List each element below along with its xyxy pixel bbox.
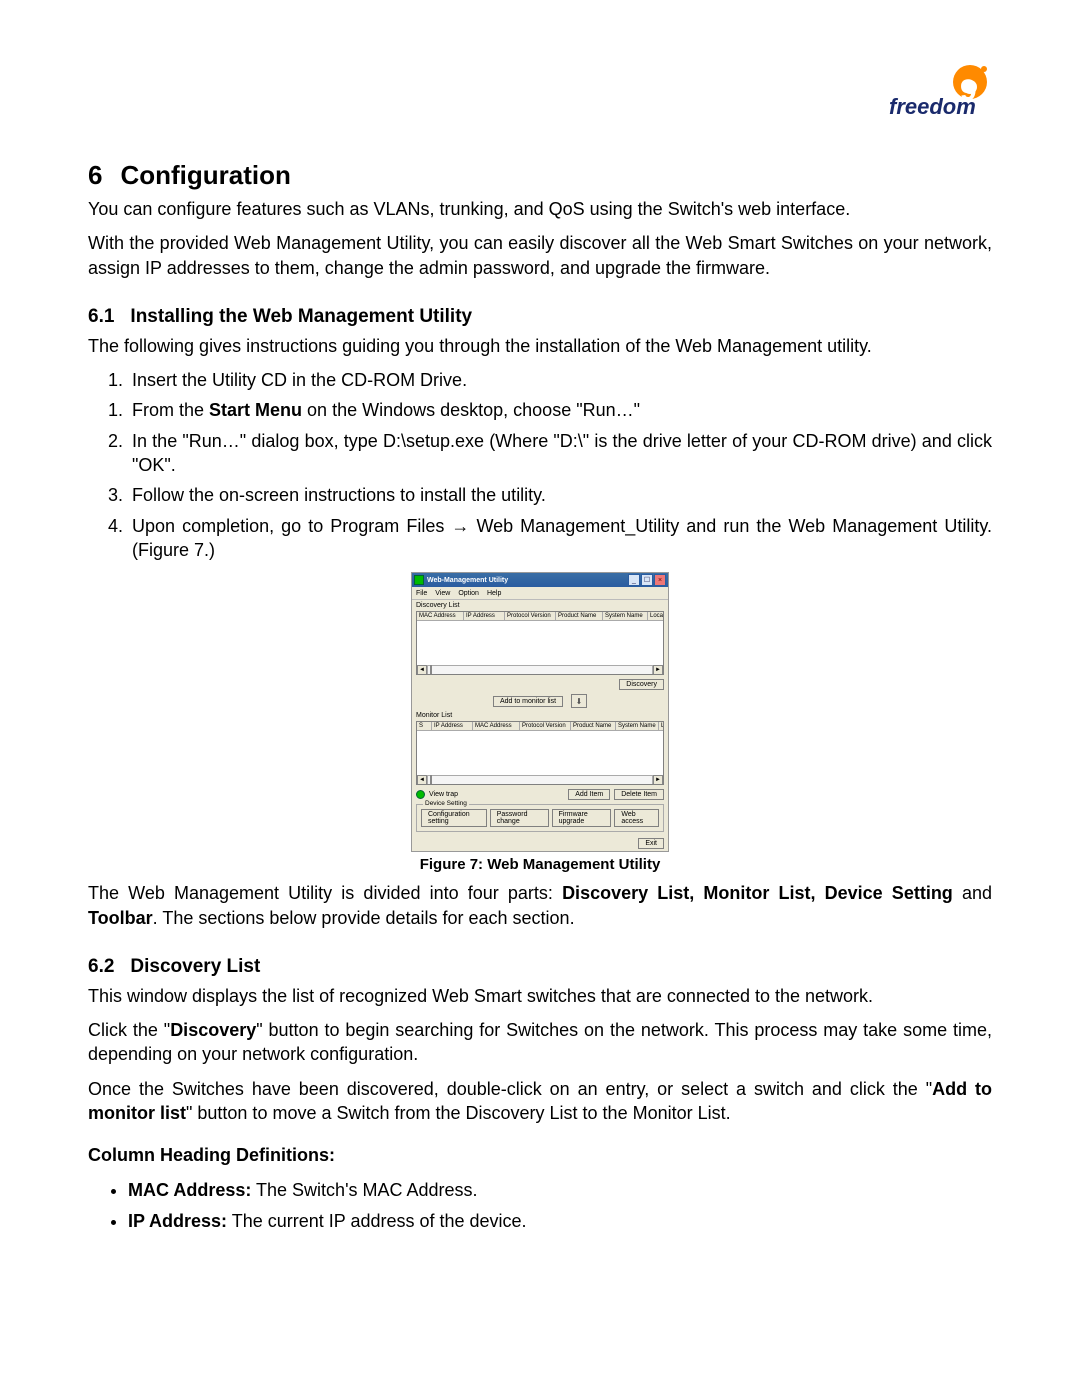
- page: freedom 9 6 Configuration You can configu…: [0, 0, 1080, 1397]
- window-title: Web-Management Utility: [427, 577, 508, 584]
- delete-item-button[interactable]: Delete Item: [614, 789, 664, 800]
- section-title: Configuration: [120, 160, 290, 190]
- scroll-right-icon[interactable]: ►: [653, 775, 663, 785]
- monitor-list[interactable]: S IP Address MAC Address Protocol Versio…: [416, 721, 664, 785]
- view-trap-label[interactable]: View trap: [429, 791, 458, 798]
- minimize-button[interactable]: _: [628, 574, 640, 586]
- section-number: 6: [88, 160, 102, 190]
- column-heading-definitions-title: Column Heading Definitions:: [88, 1143, 992, 1167]
- configuration-setting-button[interactable]: Configuration setting: [421, 809, 487, 827]
- brand-logo: freedom 9: [842, 60, 992, 135]
- monitor-list-label: Monitor List: [412, 710, 668, 719]
- discovery-list[interactable]: MAC Address IP Address Protocol Version …: [416, 611, 664, 675]
- exit-button[interactable]: Exit: [638, 838, 664, 849]
- subsection-heading-6-2: 6.2 Discovery List: [88, 956, 992, 978]
- subsection-number: 6.1: [88, 306, 114, 327]
- monitor-hscrollbar[interactable]: ◄ ►: [417, 775, 663, 784]
- list-item: MAC Address: The Switch's MAC Address.: [128, 1178, 992, 1203]
- device-setting-group: Device Setting Configuration setting Pas…: [416, 804, 664, 832]
- subsection-heading-6-1: 6.1 Installing the Web Management Utility: [88, 306, 992, 328]
- list-item: From the Start Menu on the Windows deskt…: [128, 398, 992, 422]
- menu-help[interactable]: Help: [487, 590, 501, 597]
- discovery-hscrollbar[interactable]: ◄ ►: [417, 665, 663, 674]
- monitor-list-header: S IP Address MAC Address Protocol Versio…: [417, 722, 663, 731]
- password-change-button[interactable]: Password change: [490, 809, 549, 827]
- subsection-title: Installing the Web Management Utility: [130, 306, 472, 327]
- paragraph: This window displays the list of recogni…: [88, 984, 992, 1008]
- subsection-title: Discovery List: [130, 956, 260, 977]
- paragraph: Click the "Discovery" button to begin se…: [88, 1018, 992, 1067]
- add-to-monitor-list-button[interactable]: Add to monitor list: [493, 696, 563, 707]
- paragraph: You can configure features such as VLANs…: [88, 197, 992, 221]
- maximize-button[interactable]: ☐: [641, 574, 653, 586]
- figure-caption: Figure 7: Web Management Utility: [420, 856, 661, 873]
- window-titlebar: Web-Management Utility _ ☐ ×: [412, 573, 668, 587]
- close-button[interactable]: ×: [654, 574, 666, 586]
- paragraph: With the provided Web Management Utility…: [88, 231, 992, 280]
- paragraph: Once the Switches have been discovered, …: [88, 1077, 992, 1126]
- web-management-utility-window: Web-Management Utility _ ☐ × File View O…: [411, 572, 669, 852]
- list-item: Insert the Utility CD in the CD-ROM Driv…: [128, 368, 992, 392]
- device-setting-label: Device Setting: [423, 800, 469, 807]
- app-icon: [414, 575, 424, 585]
- menu-view[interactable]: View: [435, 590, 450, 597]
- paragraph: The Web Management Utility is divided in…: [88, 881, 992, 930]
- column-definitions-list: MAC Address: The Switch's MAC Address. I…: [88, 1178, 992, 1234]
- scroll-right-icon[interactable]: ►: [653, 665, 663, 675]
- figure-7: Web-Management Utility _ ☐ × File View O…: [88, 572, 992, 873]
- discovery-list-label: Discovery List: [412, 600, 668, 609]
- add-down-icon[interactable]: ⬇: [571, 694, 587, 708]
- firmware-upgrade-button[interactable]: Firmware upgrade: [552, 809, 612, 827]
- list-item: In the "Run…" dialog box, type D:\setup.…: [128, 429, 992, 478]
- list-item: IP Address: The current IP address of th…: [128, 1209, 992, 1234]
- discovery-button[interactable]: Discovery: [619, 679, 664, 690]
- document-content: 6 Configuration You can configure feature…: [88, 160, 992, 1234]
- logo-accent-text: 9: [960, 74, 977, 107]
- menu-option[interactable]: Option: [458, 590, 479, 597]
- web-access-button[interactable]: Web access: [614, 809, 659, 827]
- scroll-left-icon[interactable]: ◄: [417, 775, 427, 785]
- menubar: File View Option Help: [412, 587, 668, 600]
- subsection-number: 6.2: [88, 956, 114, 977]
- list-item: Follow the on-screen instructions to ins…: [128, 483, 992, 507]
- add-item-button[interactable]: Add Item: [568, 789, 610, 800]
- menu-file[interactable]: File: [416, 590, 427, 597]
- scroll-left-icon[interactable]: ◄: [417, 665, 427, 675]
- list-item: Upon completion, go to Program Files → W…: [128, 514, 992, 563]
- discovery-list-header: MAC Address IP Address Protocol Version …: [417, 612, 663, 621]
- trap-status-icon: [416, 790, 425, 799]
- install-steps-list: Insert the Utility CD in the CD-ROM Driv…: [88, 368, 992, 562]
- section-heading-6: 6 Configuration: [88, 160, 992, 191]
- paragraph: The following gives instructions guiding…: [88, 334, 992, 358]
